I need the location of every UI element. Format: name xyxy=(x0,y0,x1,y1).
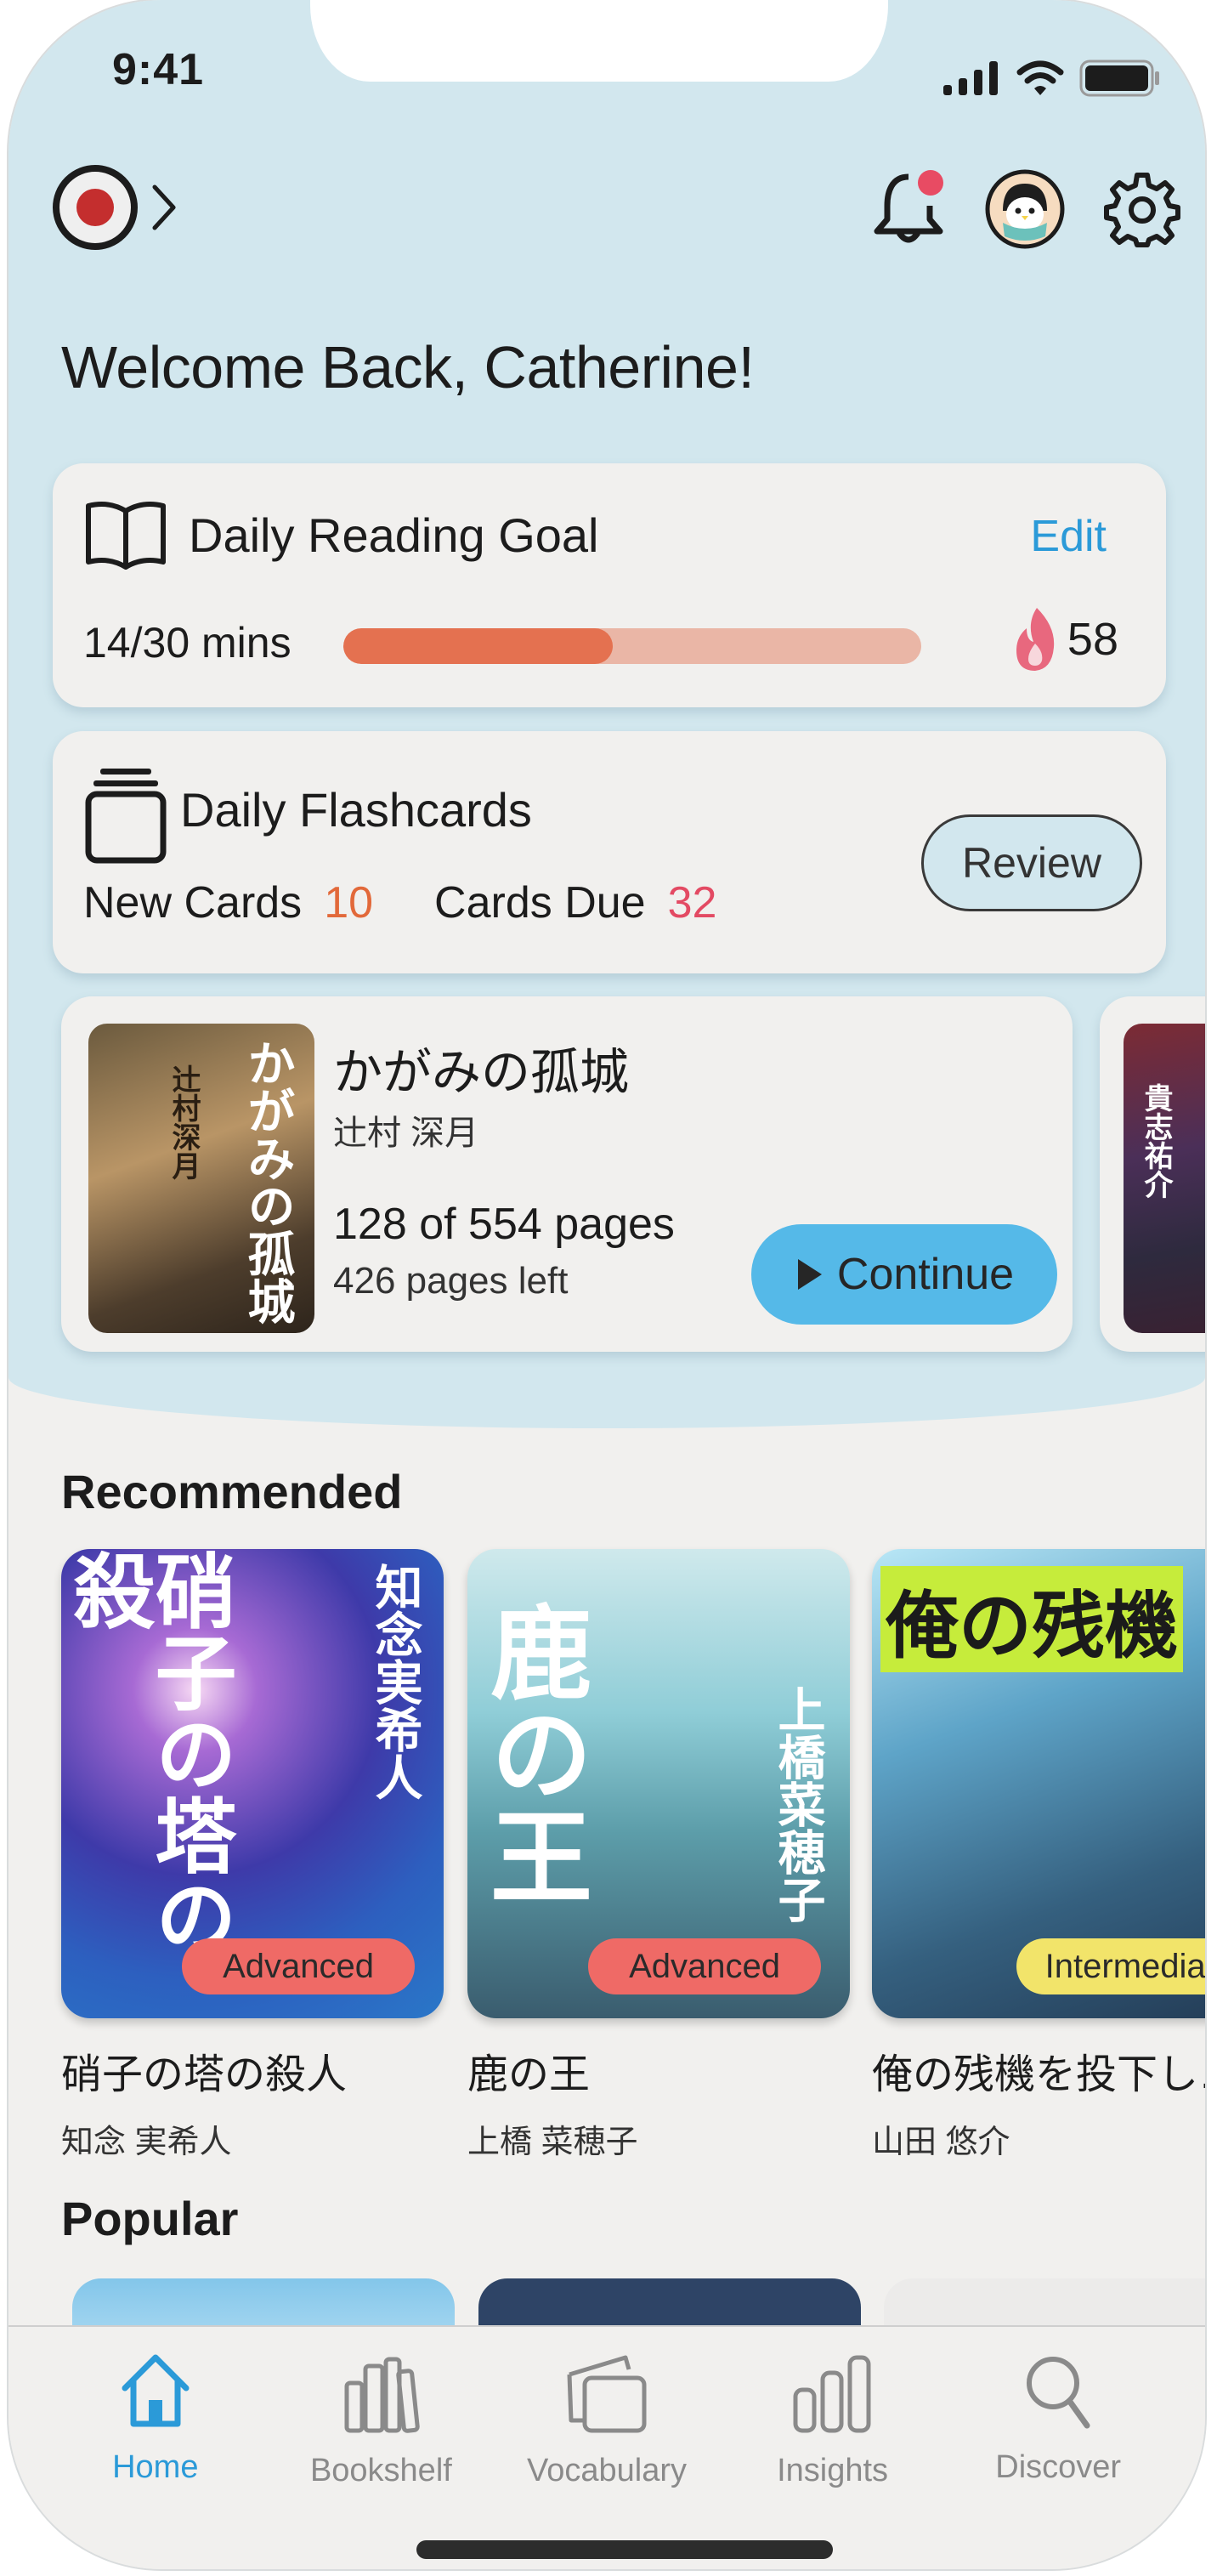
tab-label: Vocabulary xyxy=(526,2453,687,2488)
cover-title-text: かがみの孤城 xyxy=(240,1039,296,1325)
chevron-right-icon xyxy=(152,184,176,230)
continue-label: Continue xyxy=(836,1250,1015,1299)
continue-reading-button[interactable]: Continue xyxy=(751,1224,1057,1325)
recommended-book-title: 俺の残機を投下し… xyxy=(872,2052,1205,2097)
phone-screen: 9:41 Welcome Back, Catherine! Daily Read… xyxy=(8,0,1205,2569)
daily-reading-goal-card: Daily Reading Goal Edit 14/30 mins 58 xyxy=(53,463,1166,707)
notifications-button[interactable] xyxy=(870,168,947,250)
next-book-card[interactable]: 貴志祐介 xyxy=(1100,996,1205,1352)
recommended-book[interactable]: 俺の残機 Intermediate 俺の残機を投下し… 山田 悠介 xyxy=(872,1549,1205,2162)
welcome-heading: Welcome Back, Catherine! xyxy=(61,334,755,400)
gear-icon xyxy=(1104,173,1180,247)
level-badge: Advanced xyxy=(182,1938,415,1994)
next-book-cover: 貴志祐介 xyxy=(1124,1024,1205,1333)
tab-label: Bookshelf xyxy=(309,2453,452,2488)
tab-label: Home xyxy=(112,2449,199,2485)
book-pages-left: 426 pages left xyxy=(333,1260,569,1302)
device-notch xyxy=(310,0,888,82)
cover-author-text: 上橋菜穂子 xyxy=(770,1685,826,1923)
new-cards-label: New Cards xyxy=(83,878,303,928)
recommended-heading: Recommended xyxy=(61,1465,403,1518)
bar-chart-icon xyxy=(793,2355,871,2433)
book-title: かがみの孤城 xyxy=(333,1045,630,1100)
profile-avatar-button[interactable] xyxy=(984,168,1066,250)
goal-progress-bar xyxy=(343,628,921,664)
battery-icon xyxy=(1079,60,1159,97)
reading-streak: 58 xyxy=(1011,606,1118,672)
tab-label: Discover xyxy=(995,2449,1122,2485)
cards-icon xyxy=(567,2355,647,2433)
level-badge: Advanced xyxy=(588,1938,821,1994)
flashcards-title: Daily Flashcards xyxy=(180,783,532,837)
penguin-avatar-icon xyxy=(985,169,1065,249)
tab-vocabulary[interactable]: Vocabulary xyxy=(494,2327,720,2569)
book-pages-progress: 128 of 554 pages xyxy=(333,1200,675,1249)
header-actions xyxy=(870,168,1181,250)
play-icon xyxy=(797,1259,822,1290)
open-book-icon xyxy=(86,502,166,570)
recommended-book-author: 上橋 菜穂子 xyxy=(467,2125,638,2160)
home-indicator[interactable] xyxy=(416,2540,833,2559)
cover-title-text: 鹿の王 xyxy=(473,1600,592,1906)
level-badge: Intermediate xyxy=(1016,1938,1205,1994)
recommended-book-author: 山田 悠介 xyxy=(872,2125,1010,2160)
next-cover-author-text: 貴志祐介 xyxy=(1139,1083,1173,1199)
recommended-book-cover: 硝子の塔の殺 知念実希人 Advanced xyxy=(61,1549,444,2018)
daily-flashcards-card: Daily Flashcards New Cards 10 Cards Due … xyxy=(53,731,1166,973)
recommended-book-cover: 俺の残機 Intermediate xyxy=(872,1549,1205,2018)
recommended-book[interactable]: 鹿の王 上橋菜穂子 Advanced 鹿の王 上橋 菜穂子 xyxy=(467,1549,850,2162)
app-logo-button[interactable] xyxy=(51,163,177,252)
recommended-book-title: 硝子の塔の殺人 xyxy=(61,2052,348,2097)
tab-bookshelf[interactable]: Bookshelf xyxy=(269,2327,495,2569)
current-book-card[interactable]: かがみの孤城 辻村深月 かがみの孤城 辻村 深月 128 of 554 page… xyxy=(61,996,1073,1352)
search-icon xyxy=(1027,2357,1090,2429)
wifi-icon xyxy=(1016,60,1064,95)
cover-author-text: 知念実希人 xyxy=(367,1563,423,1801)
streak-count: 58 xyxy=(1067,614,1118,665)
goal-progress-fill xyxy=(343,628,614,664)
flame-icon xyxy=(1016,608,1055,671)
settings-button[interactable] xyxy=(1103,170,1181,248)
cover-author-text: 辻村深月 xyxy=(167,1064,201,1180)
flashcards-stats: New Cards 10 Cards Due 32 xyxy=(83,877,716,928)
bookshelf-icon xyxy=(344,2357,421,2433)
new-cards-count: 10 xyxy=(324,878,374,928)
status-time: 9:41 xyxy=(112,45,205,94)
tab-home[interactable]: Home xyxy=(42,2327,269,2569)
review-button[interactable]: Review xyxy=(921,814,1142,911)
home-icon xyxy=(122,2354,190,2427)
recommended-book-author: 知念 実希人 xyxy=(61,2125,232,2160)
tab-insights[interactable]: Insights xyxy=(720,2327,946,2569)
edit-goal-link[interactable]: Edit xyxy=(1030,511,1107,562)
record-circle-icon xyxy=(53,165,138,250)
recommended-book-cover: 鹿の王 上橋菜穂子 Advanced xyxy=(467,1549,850,2018)
tab-label: Insights xyxy=(777,2453,889,2488)
goal-title: Daily Reading Goal xyxy=(189,508,599,562)
tab-discover[interactable]: Discover xyxy=(945,2327,1171,2569)
goal-progress-text: 14/30 mins xyxy=(83,619,292,667)
cards-due-label: Cards Due xyxy=(434,878,646,928)
cellular-signal-icon xyxy=(943,61,998,95)
book-cover: かがみの孤城 辻村深月 xyxy=(88,1024,314,1333)
cover-title-text: 俺の残機 xyxy=(880,1566,1183,1672)
popular-heading: Popular xyxy=(61,2192,239,2245)
cards-due-count: 32 xyxy=(667,878,717,928)
recommended-book[interactable]: 硝子の塔の殺 知念実希人 Advanced 硝子の塔の殺人 知念 実希人 xyxy=(61,1549,444,2162)
recommended-book-title: 鹿の王 xyxy=(467,2052,591,2097)
bottom-tab-bar: Home Bookshelf Vocabulary Insights Disco… xyxy=(8,2325,1205,2569)
notification-badge xyxy=(918,170,943,196)
book-author: 辻村 深月 xyxy=(333,1115,479,1152)
flashcards-stack-icon xyxy=(85,769,167,864)
status-icons xyxy=(942,60,1161,97)
